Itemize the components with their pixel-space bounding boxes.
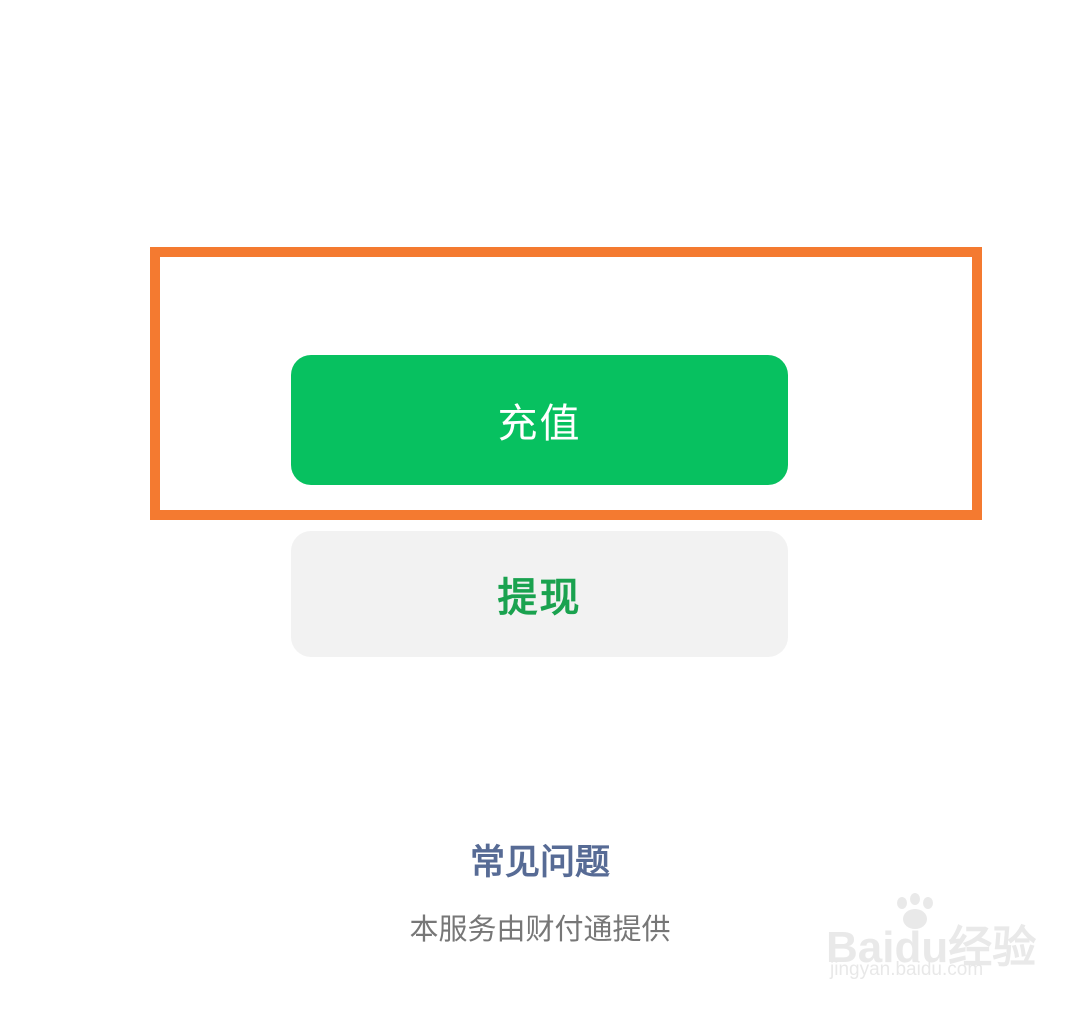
- withdraw-button[interactable]: 提现: [291, 531, 788, 657]
- highlight-annotation-box: [150, 247, 982, 520]
- faq-link[interactable]: 常见问题: [0, 834, 1080, 885]
- baidu-watermark: Baidu经验 jingyan.baidu.com: [826, 893, 1036, 993]
- watermark-url: jingyan.baidu.com: [830, 959, 984, 980]
- wallet-balance-page: 充值 提现 常见问题 本服务由财付通提供 Baidu经验 jingyan.bai…: [0, 0, 1080, 1011]
